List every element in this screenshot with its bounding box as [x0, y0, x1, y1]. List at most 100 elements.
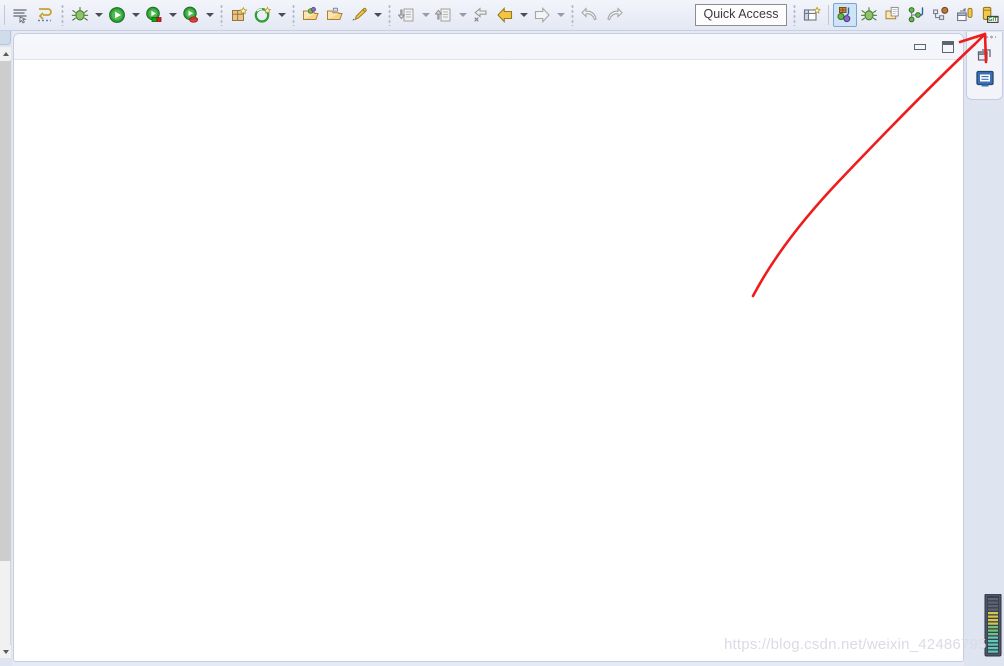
restore-view-icon	[977, 49, 991, 61]
open-perspective-button[interactable]	[800, 3, 824, 27]
run-green-play-icon	[109, 7, 125, 23]
open-type-button[interactable]	[299, 3, 323, 27]
run-last-tool-button[interactable]	[179, 3, 203, 27]
minimized-console-view[interactable]	[974, 68, 996, 90]
next-annotation-icon	[435, 8, 451, 22]
back-button[interactable]	[493, 3, 517, 27]
java-perspective-icon	[837, 7, 851, 23]
caret-up-icon	[2, 51, 9, 56]
restore-view-button[interactable]	[974, 44, 996, 66]
chevron-down-icon	[131, 13, 140, 17]
toolbar-grip[interactable]	[292, 4, 295, 26]
open-task-button[interactable]	[323, 3, 347, 27]
new-package-icon	[232, 6, 248, 21]
watermark-text: https://blog.csdn.net/weixin_42486795	[724, 636, 987, 653]
prev-annotation-icon	[398, 8, 414, 22]
outline-scrollbar[interactable]	[0, 47, 11, 658]
toolbar-grip[interactable]	[388, 4, 391, 26]
new-java-class-button[interactable]	[251, 3, 275, 27]
external-tools-dropdown-arrow[interactable]	[166, 3, 179, 27]
editor-canvas[interactable]	[14, 60, 963, 661]
run-last-tool-dropdown-arrow[interactable]	[203, 3, 216, 27]
forward-button[interactable]	[530, 3, 554, 27]
chevron-down-icon	[94, 13, 103, 17]
redo-button[interactable]	[602, 3, 626, 27]
perspective-switcher: GIT	[800, 3, 1004, 27]
toolbar-grip[interactable]	[571, 4, 574, 26]
debug-button[interactable]	[68, 3, 92, 27]
maximize-icon	[942, 40, 954, 53]
java-ee-perspective-icon	[885, 6, 899, 20]
perspective-resource[interactable]	[953, 3, 977, 27]
minimized-view-tab-stub[interactable]	[0, 31, 11, 45]
chevron-down-icon	[519, 13, 528, 17]
toggle-mark-occurrences-button[interactable]	[9, 3, 33, 27]
new-class-green-icon	[254, 6, 272, 23]
back-dropdown-arrow[interactable]	[517, 3, 530, 27]
perspective-git[interactable]: GIT	[977, 3, 1001, 27]
breakpoints-skip-icon	[38, 8, 52, 22]
last-edit-location-icon	[474, 7, 487, 22]
new-wizard-button[interactable]	[227, 3, 251, 27]
left-fast-view-bar	[0, 31, 12, 666]
pencil-icon	[352, 7, 367, 21]
open-task-folder-icon	[326, 7, 343, 20]
main-toolbar: Quick Access GIT	[0, 0, 1004, 31]
minimize-editor-button[interactable]	[911, 38, 929, 56]
perspective-java-browsing[interactable]	[905, 3, 929, 27]
chevron-down-icon	[421, 13, 430, 17]
chevron-down-icon	[277, 13, 286, 17]
debug-perspective-icon	[860, 7, 878, 21]
run-button[interactable]	[105, 3, 129, 27]
toolbar-grip[interactable]	[220, 4, 223, 26]
debug-dropdown-arrow[interactable]	[92, 3, 105, 27]
external-tools-button[interactable]	[142, 3, 166, 27]
view-stack-grip[interactable]	[974, 35, 996, 39]
perspective-java-ee[interactable]	[881, 3, 905, 27]
caret-down-icon	[2, 649, 9, 654]
back-arrow-icon	[497, 7, 513, 23]
new-annotation-dropdown-arrow[interactable]	[371, 3, 384, 27]
quick-access-input[interactable]: Quick Access	[695, 4, 787, 26]
svg-text:GIT: GIT	[988, 17, 998, 23]
last-edit-location-button[interactable]	[469, 3, 493, 27]
new-annotation-button[interactable]	[347, 3, 371, 27]
previous-annotation-button[interactable]	[395, 3, 419, 27]
open-type-folder-icon	[302, 7, 319, 20]
java-type-hierarchy-perspective-icon	[933, 6, 949, 20]
maximize-editor-button[interactable]	[939, 38, 957, 56]
previous-annotation-dropdown-arrow[interactable]	[419, 3, 432, 27]
git-perspective-icon: GIT	[982, 6, 999, 23]
toolbar-grip[interactable]	[793, 4, 796, 26]
console-view-icon	[975, 70, 994, 87]
debug-bug-icon	[71, 7, 89, 21]
chevron-down-icon	[556, 13, 565, 17]
redo-arrow-icon	[607, 7, 623, 21]
next-annotation-button[interactable]	[432, 3, 456, 27]
perspective-java-type-hierarchy[interactable]	[929, 3, 953, 27]
heap-status-monitor[interactable]	[984, 593, 1002, 660]
scrollbar-thumb[interactable]	[0, 61, 11, 561]
chevron-down-icon	[168, 13, 177, 17]
forward-arrow-icon	[534, 7, 550, 23]
chevron-down-icon	[205, 13, 214, 17]
scrollbar-up-button[interactable]	[0, 47, 11, 60]
open-perspective-icon	[803, 6, 821, 21]
perspective-java[interactable]	[833, 3, 857, 27]
scrollbar-down-button[interactable]	[0, 645, 11, 658]
workbench-body	[0, 31, 1004, 666]
minimized-view-stack	[966, 32, 1003, 100]
toolbar-grip[interactable]	[61, 4, 64, 26]
forward-dropdown-arrow[interactable]	[554, 3, 567, 27]
undo-button[interactable]	[578, 3, 602, 27]
resource-perspective-icon	[957, 7, 973, 22]
heap-status-icon	[984, 593, 1002, 657]
skip-all-breakpoints-button[interactable]	[33, 3, 57, 27]
editor-tab-bar	[14, 34, 963, 60]
new-java-class-dropdown-arrow[interactable]	[275, 3, 288, 27]
undo-arrow-icon	[581, 7, 597, 21]
run-dropdown-arrow[interactable]	[129, 3, 142, 27]
perspective-debug[interactable]	[857, 3, 881, 27]
external-tools-icon	[146, 6, 162, 22]
next-annotation-dropdown-arrow[interactable]	[456, 3, 469, 27]
